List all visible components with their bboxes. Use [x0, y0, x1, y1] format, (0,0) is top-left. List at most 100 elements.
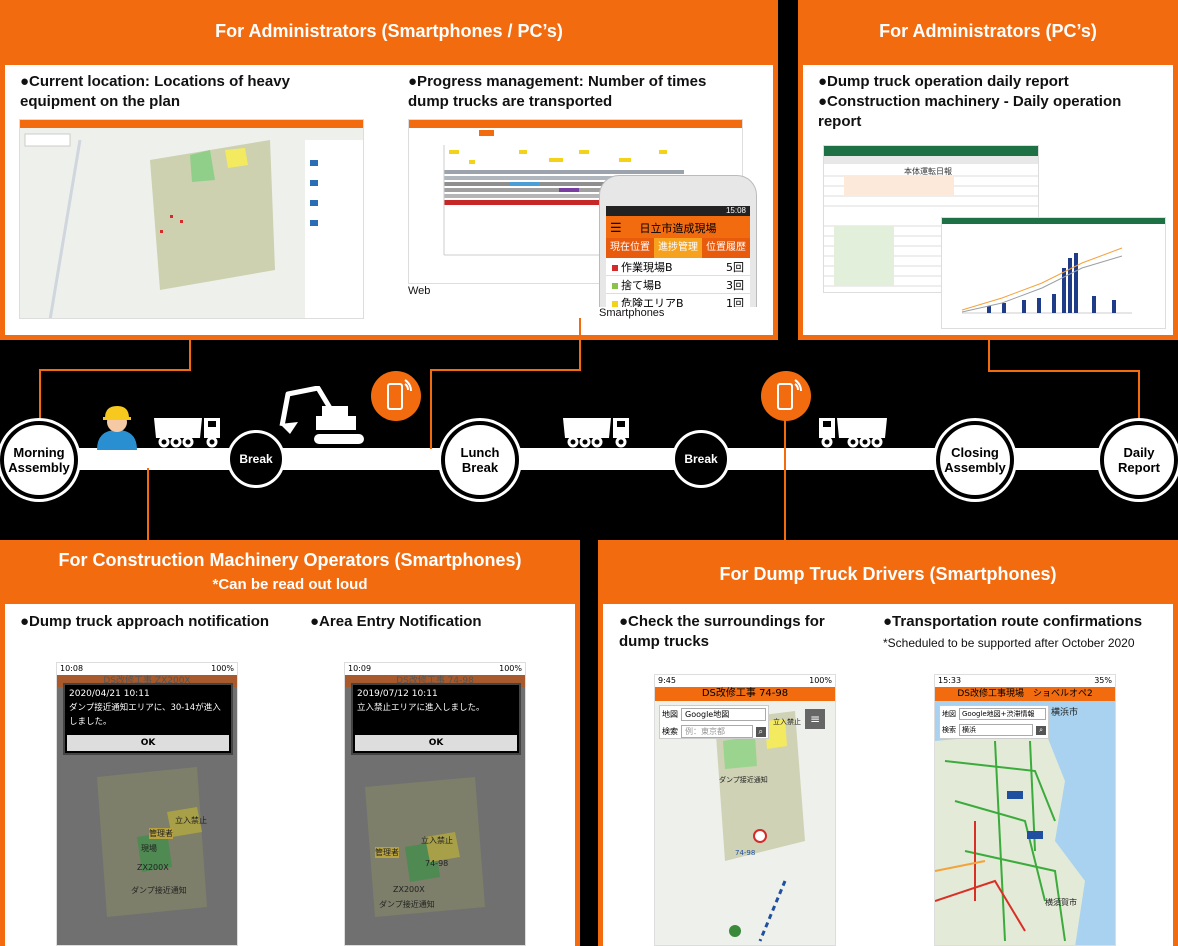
- panel-body: ●Dump truck approach notification ●Area …: [5, 604, 575, 946]
- menu-button[interactable]: ≡: [805, 709, 825, 729]
- map-label: ダンプ接近通知: [131, 886, 187, 895]
- map-label: 74-98: [425, 859, 449, 868]
- web-label: Web: [408, 285, 431, 297]
- row-name: 捨て場B: [621, 278, 662, 292]
- smartphone-mockup: 15:08 ☰ 日立市造成現場 現在位置 進捗管理 位置履歴 作業現場B 5回 捨…: [599, 175, 757, 307]
- status-time: 9:45: [658, 676, 676, 685]
- search-label: 検索: [662, 727, 678, 736]
- map-label: 横須賀市: [1045, 898, 1077, 907]
- notification-date: 2020/04/21 10:11: [69, 689, 150, 699]
- map-label: 立入禁止: [773, 718, 801, 726]
- smartphone-signal-icon: [761, 371, 811, 421]
- node-lunch-break: Lunch Break: [441, 421, 519, 499]
- dump-truck-icon: [819, 418, 887, 448]
- row-color-icon: [612, 282, 618, 289]
- connector: [430, 369, 581, 371]
- item-area-entry: ●Area Entry Notification: [310, 613, 482, 630]
- row-color-icon: [612, 264, 618, 271]
- map-control-box: 地図 Google地図 検索 例：東京都 ⌕: [659, 705, 769, 739]
- notification-dialog: 2019/07/12 10:11 立入禁止エリアに進入しました。 OK: [351, 683, 521, 755]
- panel-title: For Dump Truck Drivers (Smartphones): [719, 564, 1057, 584]
- map-label: 立入禁止: [175, 816, 207, 825]
- smartphones-label: Smartphones: [599, 307, 665, 319]
- status-time: 10:09: [348, 664, 372, 673]
- map-label: ZX200X: [393, 885, 425, 894]
- item-dump-truck-report: ●Dump truck operation daily report: [818, 73, 1069, 90]
- route-screen: 15:33 35% DS改修工事現場 ショベルオペ2 地図 Google地図+渋滞情…: [934, 674, 1116, 946]
- item-approach-notification: ●Dump truck approach notification: [20, 613, 270, 630]
- map-label: 現場: [141, 844, 157, 853]
- notification-date: 2019/07/12 10:11: [357, 689, 438, 699]
- panel-body: ●Dump truck operation daily report ●Cons…: [803, 65, 1173, 335]
- map-label: 管理者: [149, 828, 173, 839]
- map-label: ZX200X: [137, 863, 169, 872]
- phone-tabs: 現在位置 進捗管理 位置履歴: [606, 238, 750, 258]
- bar-line-chart-graphic: [942, 218, 1165, 314]
- row-count: 3回: [726, 278, 744, 292]
- item-current-location: ●Current location: Locations of heavy eq…: [20, 73, 290, 110]
- tab-progress[interactable]: 進捗管理: [654, 238, 702, 258]
- node-closing-assembly: Closing Assembly: [936, 421, 1014, 499]
- phone-status-bar: 15:08: [606, 206, 750, 216]
- item-machinery-report: ●Construction machinery - Daily operatio…: [818, 93, 1122, 130]
- operators-panel: For Construction Machinery Operators (Sm…: [0, 540, 580, 946]
- map-label: ダンプ接近通知: [379, 900, 435, 909]
- map-label: 74-98: [735, 849, 756, 857]
- map-label: 管理者: [375, 847, 399, 858]
- plan-map-graphic: [20, 120, 363, 318]
- ok-button[interactable]: OK: [67, 735, 229, 751]
- node-daily-report: Daily Report: [1100, 421, 1178, 499]
- search-input[interactable]: 例：東京都: [681, 725, 753, 738]
- drivers-panel: For Dump Truck Drivers (Smartphones) ●Ch…: [598, 540, 1178, 946]
- map-type-select[interactable]: Google地図: [681, 708, 766, 721]
- row-name: 危険エリアB: [621, 296, 684, 308]
- item-check-surroundings: ●Check the surroundings for dump trucks: [619, 613, 825, 650]
- dump-truck-icon: [154, 418, 220, 448]
- progress-row[interactable]: 捨て場B 3回: [606, 276, 750, 294]
- row-count: 1回: [726, 296, 744, 308]
- map-type-select[interactable]: Google地図+渋滞情報: [959, 708, 1046, 720]
- row-count: 5回: [726, 260, 744, 274]
- search-button[interactable]: ⌕: [1036, 725, 1046, 735]
- row-name: 作業現場B: [621, 260, 673, 274]
- ok-button[interactable]: OK: [355, 735, 517, 751]
- admin-sp-pc-panel: For Administrators (Smartphones / PC’s) …: [0, 0, 778, 340]
- connector: [189, 340, 191, 370]
- connector: [147, 468, 149, 540]
- node-morning-assembly: Morning Assembly: [0, 421, 78, 499]
- item-progress-management: ●Progress management: Number of times du…: [408, 73, 707, 110]
- panel-title: For Administrators (Smartphones / PC’s): [215, 21, 563, 41]
- connector: [39, 369, 41, 421]
- dump-truck-icon: [563, 418, 629, 448]
- panel-subtitle: *Can be read out loud: [212, 576, 368, 593]
- phone-site-title: 日立市造成現場: [639, 222, 717, 235]
- map-label: 立入禁止: [421, 836, 453, 845]
- status-battery: 100%: [499, 664, 522, 673]
- connector: [430, 369, 432, 449]
- node-break-2: Break: [672, 430, 730, 488]
- status-time: 10:08: [60, 664, 84, 673]
- connector: [579, 318, 581, 370]
- node-break-1: Break: [227, 430, 285, 488]
- status-battery: 100%: [809, 676, 832, 685]
- plan-map-screenshot: [19, 119, 364, 319]
- schedule-note: *Scheduled to be supported after October…: [883, 636, 1135, 650]
- progress-row[interactable]: 危険エリアB 1回: [606, 294, 750, 307]
- connector: [39, 369, 191, 371]
- progress-row[interactable]: 作業現場B 5回: [606, 258, 750, 276]
- surroundings-screen: 9:45 100% DS改修工事 74-98 地図 Google地図 検索 例：東京都…: [654, 674, 836, 946]
- item-route-confirmation: ●Transportation route confirmations: [883, 613, 1143, 630]
- phone-header: ☰ 日立市造成現場: [606, 216, 750, 238]
- tab-history[interactable]: 位置履歴: [702, 238, 750, 258]
- panel-title: For Construction Machinery Operators (Sm…: [58, 550, 522, 570]
- search-button[interactable]: ⌕: [755, 726, 766, 737]
- smartphone-signal-icon: [371, 371, 421, 421]
- tab-current-location[interactable]: 現在位置: [606, 238, 654, 258]
- connector: [1138, 370, 1140, 421]
- map-label: ダンプ接近通知: [719, 776, 768, 784]
- panel-title: For Administrators (PC’s): [879, 21, 1097, 41]
- worker-icon: [97, 406, 137, 450]
- search-input[interactable]: 横浜: [959, 724, 1034, 736]
- map-control-box: 地図 Google地図+渋滞情報 検索 横浜 ⌕: [939, 705, 1049, 739]
- panel-body: ●Check the surroundings for dump trucks …: [603, 604, 1173, 946]
